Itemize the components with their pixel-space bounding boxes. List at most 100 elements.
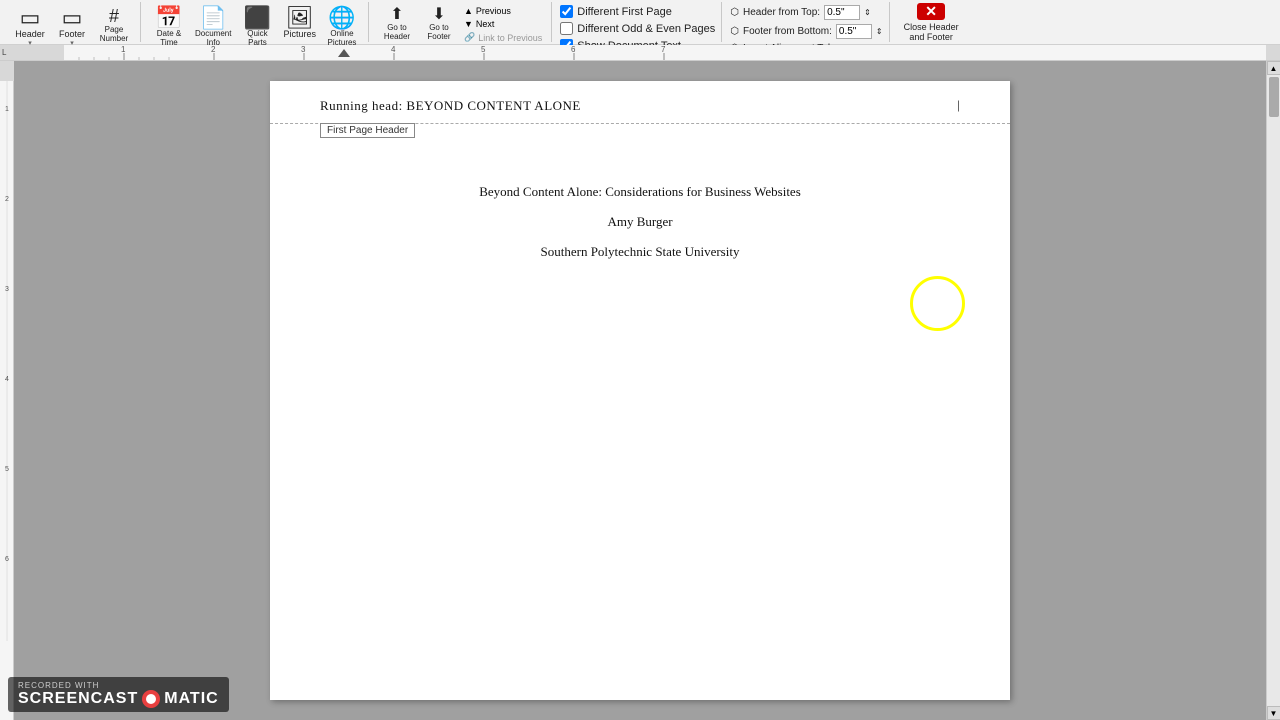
document-scroll-area[interactable]: Running head: BEYOND CONTENT ALONE | Fir… <box>14 61 1266 720</box>
header-from-top-label: Header from Top: <box>743 7 820 18</box>
different-odd-even-checkbox[interactable] <box>560 22 573 35</box>
previous-label: Previous <box>476 6 511 16</box>
previous-button[interactable]: ▲ Previous <box>461 5 545 17</box>
header-from-top-row: ⬡ Header from Top: ⇕ <box>730 5 871 20</box>
scroll-down-arrow[interactable]: ▼ <box>1267 706 1280 720</box>
watermark-dot <box>142 690 160 708</box>
pictures-button[interactable]: 🖼 Pictures <box>279 5 320 41</box>
link-to-previous-button[interactable]: 🔗 Link to Previous <box>461 31 545 44</box>
different-odd-even-label: Different Odd & Even Pages <box>577 23 715 35</box>
svg-text:4: 4 <box>391 45 396 54</box>
document-author: Amy Burger <box>607 214 672 230</box>
close-header-footer-label: Close Headerand Footer <box>904 22 959 42</box>
page-header-area[interactable]: Running head: BEYOND CONTENT ALONE | Fir… <box>270 81 1010 124</box>
date-time-icon: 📅 <box>155 7 182 29</box>
document-info-icon: 📄 <box>200 7 227 29</box>
link-to-previous-label: Link to Previous <box>478 33 542 43</box>
online-pictures-icon: 🌐 <box>328 7 355 29</box>
ribbon-content: ▭ Header ▾ ▭ Footer ▾ # PageNumber ▾ Hea… <box>0 0 1280 44</box>
ruler-right-area <box>1266 45 1280 60</box>
svg-text:2: 2 <box>211 45 216 54</box>
close-header-footer-button[interactable]: ✕ <box>917 3 945 20</box>
different-odd-even-option[interactable]: Different Odd & Even Pages <box>560 22 715 35</box>
svg-text:6: 6 <box>571 45 576 54</box>
vertical-scrollbar[interactable]: ▲ ▼ <box>1266 61 1280 720</box>
footer-from-bottom-label: Footer from Bottom: <box>743 26 832 37</box>
ribbon: ▭ Header ▾ ▭ Footer ▾ # PageNumber ▾ Hea… <box>0 0 1280 45</box>
go-to-header-button[interactable]: ⬆ Go toHeader <box>377 5 417 43</box>
document-page: Running head: BEYOND CONTENT ALONE | Fir… <box>270 81 1010 700</box>
svg-text:3: 3 <box>301 45 306 54</box>
go-to-header-icon: ⬆ <box>390 7 403 23</box>
previous-icon: ▲ <box>464 6 473 16</box>
pictures-icon: 🖼 <box>286 7 314 29</box>
close-group: ✕ Close Headerand Footer <box>892 2 971 42</box>
horizontal-ruler: L 1 2 3 4 5 6 7 <box>0 45 1280 61</box>
link-to-previous-icon: 🔗 <box>464 32 475 43</box>
go-to-footer-label: Go toFooter <box>427 23 450 41</box>
document-institution: Southern Polytechnic State University <box>541 244 740 260</box>
next-button[interactable]: ▼ Next <box>461 18 545 30</box>
next-icon: ▼ <box>464 19 473 29</box>
page-number-icon: # <box>109 7 119 25</box>
close-x-icon: ✕ <box>925 3 937 20</box>
navigation-group: ⬆ Go toHeader ⬇ Go toFooter ▲ Previous ▼… <box>371 2 552 42</box>
page-number-label: PageNumber <box>100 25 128 43</box>
ruler-left-area: L <box>0 45 64 60</box>
pictures-label: Pictures <box>283 29 316 39</box>
header-from-top-icon: ⬡ <box>730 7 739 18</box>
main-area: 1 2 3 4 5 6 Running head: BEYOND CONTENT… <box>0 61 1280 720</box>
watermark-matic: MATIC <box>164 690 218 708</box>
go-to-header-label: Go toHeader <box>384 23 410 41</box>
svg-text:1: 1 <box>121 45 126 54</box>
footer-button[interactable]: ▭ Footer ▾ <box>52 5 92 49</box>
ruler-svg: 1 2 3 4 5 6 7 <box>64 45 1266 60</box>
scroll-track[interactable] <box>1267 75 1280 706</box>
header-button[interactable]: ▭ Header ▾ <box>10 5 50 49</box>
first-page-header-badge: First Page Header <box>320 123 415 138</box>
position-group: ⬡ Header from Top: ⇕ ⬡ Footer from Botto… <box>724 2 889 42</box>
svg-text:2: 2 <box>5 196 9 203</box>
options-group: Different First Page Different Odd & Eve… <box>554 2 722 42</box>
header-icon: ▭ <box>20 7 41 29</box>
scroll-up-arrow[interactable]: ▲ <box>1267 61 1280 75</box>
online-pictures-button[interactable]: 🌐 OnlinePictures <box>322 5 362 49</box>
svg-text:5: 5 <box>481 45 486 54</box>
svg-text:7: 7 <box>661 45 666 54</box>
navigation-content: ⬆ Go toHeader ⬇ Go toFooter ▲ Previous ▼… <box>377 5 545 44</box>
svg-text:1: 1 <box>5 106 9 113</box>
different-first-page-label: Different First Page <box>577 6 672 18</box>
document-title: Beyond Content Alone: Considerations for… <box>479 184 801 200</box>
vertical-ruler: 1 2 3 4 5 6 <box>0 61 14 720</box>
header-from-top-spinner[interactable]: ⇕ <box>864 8 871 17</box>
svg-text:6: 6 <box>5 556 9 563</box>
footer-from-bottom-row: ⬡ Footer from Bottom: ⇕ <box>730 24 882 39</box>
go-to-footer-button[interactable]: ⬇ Go toFooter <box>419 5 459 43</box>
different-first-page-option[interactable]: Different First Page <box>560 5 672 18</box>
date-time-button[interactable]: 📅 Date &Time <box>149 5 189 49</box>
nav-buttons: ▲ Previous ▼ Next 🔗 Link to Previous <box>461 5 545 44</box>
footer-from-bottom-input[interactable] <box>836 24 872 39</box>
page-body: Beyond Content Alone: Considerations for… <box>270 124 1010 300</box>
cursor-indicator: | <box>957 97 960 113</box>
svg-text:3: 3 <box>5 286 9 293</box>
header-label: Header <box>15 29 45 39</box>
watermark-line2: SCREENCAST MATIC <box>18 690 219 708</box>
footer-label: Footer <box>59 29 85 39</box>
svg-text:4: 4 <box>5 376 9 383</box>
footer-from-bottom-icon: ⬡ <box>730 26 739 37</box>
header-from-top-input[interactable] <box>824 5 860 20</box>
watermark-line1: RECORDED WITH <box>18 681 219 690</box>
ruler-track: 1 2 3 4 5 6 7 <box>64 45 1266 60</box>
go-to-footer-icon: ⬇ <box>432 7 445 23</box>
svg-text:5: 5 <box>5 466 9 473</box>
footer-from-bottom-spinner[interactable]: ⇕ <box>876 27 883 36</box>
footer-icon: ▭ <box>62 7 83 29</box>
screencastomatic-watermark: RECORDED WITH SCREENCAST MATIC <box>8 677 229 712</box>
running-head-text: Running head: BEYOND CONTENT ALONE <box>320 98 581 113</box>
quick-parts-icon: ⬛ <box>244 7 271 29</box>
vertical-ruler-svg: 1 2 3 4 5 6 <box>0 61 14 661</box>
different-first-page-checkbox[interactable] <box>560 5 573 18</box>
scroll-thumb[interactable] <box>1269 77 1279 117</box>
next-label: Next <box>476 19 495 29</box>
